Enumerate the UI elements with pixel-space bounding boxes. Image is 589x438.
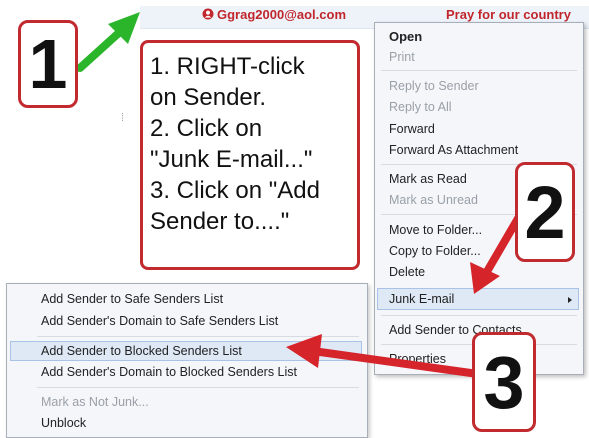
instruction-line: on Sender.: [150, 84, 267, 111]
menu-forward-as-attachment[interactable]: Forward As Attachment: [389, 143, 518, 157]
menu-reply-to-all: Reply to All: [389, 100, 452, 114]
column-grip[interactable]: ⁞: [121, 112, 124, 124]
menu-mark-as-read[interactable]: Mark as Read: [389, 172, 467, 186]
submenu-unblock[interactable]: Unblock: [41, 416, 86, 430]
submenu-add-blocked-domain[interactable]: Add Sender's Domain to Blocked Senders L…: [41, 365, 297, 379]
step-2-badge: 2: [515, 162, 575, 262]
menu-properties[interactable]: Properties: [389, 352, 446, 366]
menu-copy-to-folder[interactable]: Copy to Folder...: [389, 244, 481, 258]
submenu-add-safe-sender[interactable]: Add Sender to Safe Senders List: [41, 292, 223, 306]
menu-print: Print: [389, 50, 415, 64]
chevron-right-icon: [568, 297, 572, 303]
menu-separator: [381, 315, 577, 316]
menu-mark-as-unread: Mark as Unread: [389, 193, 478, 207]
submenu-separator: [37, 336, 359, 337]
step-1-badge: 1: [18, 20, 78, 108]
menu-open[interactable]: Open: [389, 29, 422, 44]
sender-field[interactable]: Ggrag2000@aol.com: [202, 7, 346, 22]
menu-move-to-folder[interactable]: Move to Folder...: [389, 223, 482, 237]
menu-junk-email[interactable]: Junk E-mail: [389, 292, 454, 306]
subject-field[interactable]: Pray for our country: [446, 7, 571, 22]
contact-card-icon: [202, 8, 214, 20]
instruction-line: 2. Click on: [150, 115, 263, 142]
instruction-callout: 1. RIGHT-click on Sender. 2. Click on "J…: [140, 40, 360, 270]
submenu-add-blocked-sender[interactable]: Add Sender to Blocked Senders List: [41, 344, 242, 358]
submenu-separator: [37, 387, 359, 388]
menu-forward[interactable]: Forward: [389, 122, 435, 136]
instruction-line: 1. RIGHT-click: [150, 53, 305, 80]
instruction-line: Sender to....": [150, 208, 290, 235]
menu-delete[interactable]: Delete: [389, 265, 425, 279]
sender-address[interactable]: Ggrag2000@aol.com: [217, 7, 346, 22]
instruction-line: "Junk E-mail...": [150, 146, 313, 173]
step-3-badge: 3: [472, 332, 536, 432]
menu-reply-to-sender: Reply to Sender: [389, 79, 479, 93]
submenu-mark-not-junk: Mark as Not Junk...: [41, 395, 149, 409]
instruction-line: 3. Click on "Add: [150, 177, 320, 204]
submenu-add-safe-domain[interactable]: Add Sender's Domain to Safe Senders List: [41, 314, 278, 328]
menu-separator: [381, 70, 577, 71]
junk-submenu: Add Sender to Safe Senders List Add Send…: [6, 283, 368, 438]
